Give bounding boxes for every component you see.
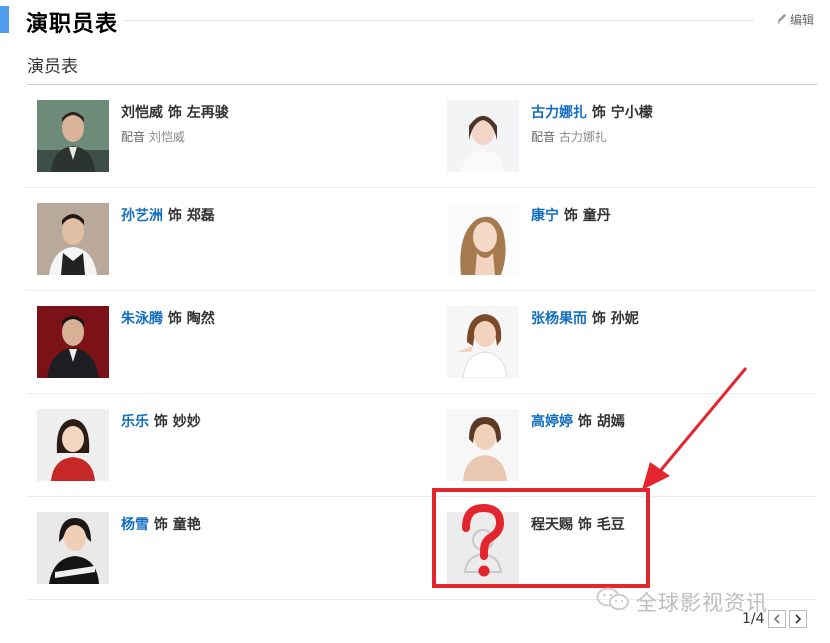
dub-line: 配音 刘恺威 [121, 128, 185, 145]
next-page-button[interactable] [788, 610, 807, 628]
edit-label: 编辑 [790, 13, 815, 27]
character-name: 宁小檬 [610, 105, 653, 121]
character-name: 孙妮 [610, 311, 639, 327]
character-name: 童丹 [582, 208, 611, 224]
role-connector: 饰 [591, 311, 606, 327]
prev-page-button[interactable] [767, 610, 786, 628]
title-divider [124, 20, 754, 21]
actor-link[interactable]: 高婷婷 [531, 414, 573, 430]
actor-photo[interactable] [447, 100, 519, 172]
section-title: 演职员表 [26, 12, 119, 37]
actor-photo[interactable] [37, 203, 109, 275]
role-line: 张杨果而 饰 孙妮 [531, 308, 639, 328]
actor-link[interactable]: 乐乐 [121, 414, 149, 430]
cast-item: 乐乐 饰 妙妙 [37, 409, 417, 499]
role-line: 高婷婷 饰 胡嫣 [531, 411, 625, 431]
role-line: 刘恺威 饰 左再骏 [121, 102, 229, 122]
section-accent-bar [0, 6, 9, 33]
dub-label: 配音 [531, 130, 556, 144]
actor-name: 刘恺威 [121, 105, 163, 121]
wechat-icon [596, 586, 630, 617]
role-connector: 饰 [153, 517, 168, 533]
cast-item: 刘恺威 饰 左再骏 配音 刘恺威 [37, 100, 417, 190]
highlight-box [432, 488, 650, 588]
character-name: 妙妙 [172, 414, 201, 430]
actor-link[interactable]: 康宁 [531, 208, 559, 224]
edit-button[interactable]: 编辑 [776, 11, 814, 28]
chevron-left-icon [773, 614, 780, 624]
cast-item: 康宁 饰 童丹 [447, 203, 827, 293]
dub-line: 配音 古力娜扎 [531, 128, 607, 145]
actor-link[interactable]: 朱泳腾 [121, 311, 163, 327]
actor-photo[interactable] [447, 306, 519, 378]
role-line: 杨雪 饰 童艳 [121, 514, 201, 534]
actor-link[interactable]: 杨雪 [121, 517, 149, 533]
actor-photo[interactable] [447, 409, 519, 481]
subsection-divider [27, 84, 817, 85]
page-indicator: 1/4 [742, 611, 765, 627]
role-connector: 饰 [577, 414, 592, 430]
cast-item: 朱泳腾 饰 陶然 [37, 306, 417, 396]
role-line: 朱泳腾 饰 陶然 [121, 308, 215, 328]
role-line: 乐乐 饰 妙妙 [121, 411, 201, 431]
role-connector: 饰 [167, 105, 182, 121]
cast-item: 孙艺洲 饰 郑磊 [37, 203, 417, 293]
character-name: 郑磊 [186, 208, 215, 224]
cast-item: 高婷婷 饰 胡嫣 [447, 409, 827, 499]
dub-actor: 刘恺威 [148, 130, 185, 144]
pagination: 1/4 [742, 610, 807, 628]
actor-photo[interactable] [37, 512, 109, 584]
actor-photo[interactable] [37, 100, 109, 172]
character-name: 左再骏 [186, 105, 229, 121]
actor-photo[interactable] [447, 203, 519, 275]
role-connector: 饰 [153, 414, 168, 430]
cast-item: 杨雪 饰 童艳 [37, 512, 417, 602]
cast-item: 古力娜扎 饰 宁小檬 配音 古力娜扎 [447, 100, 827, 190]
character-name: 陶然 [186, 311, 215, 327]
subsection-title: 演员表 [27, 57, 78, 77]
dub-actor: 古力娜扎 [558, 130, 607, 144]
cast-item: 张杨果而 饰 孙妮 [447, 306, 827, 396]
role-line: 康宁 饰 童丹 [531, 205, 611, 225]
dub-label: 配音 [121, 130, 146, 144]
chevron-right-icon [794, 614, 801, 624]
actor-link[interactable]: 张杨果而 [531, 311, 587, 327]
pencil-icon [776, 12, 788, 27]
character-name: 童艳 [172, 517, 201, 533]
actor-link[interactable]: 古力娜扎 [531, 105, 587, 121]
role-connector: 饰 [167, 311, 182, 327]
actor-photo[interactable] [37, 306, 109, 378]
role-line: 孙艺洲 饰 郑磊 [121, 205, 215, 225]
role-connector: 饰 [167, 208, 182, 224]
role-connector: 饰 [563, 208, 578, 224]
actor-link[interactable]: 孙艺洲 [121, 208, 163, 224]
role-connector: 饰 [591, 105, 606, 121]
actor-photo[interactable] [37, 409, 109, 481]
role-line: 古力娜扎 饰 宁小檬 [531, 102, 653, 122]
character-name: 胡嫣 [596, 414, 625, 430]
